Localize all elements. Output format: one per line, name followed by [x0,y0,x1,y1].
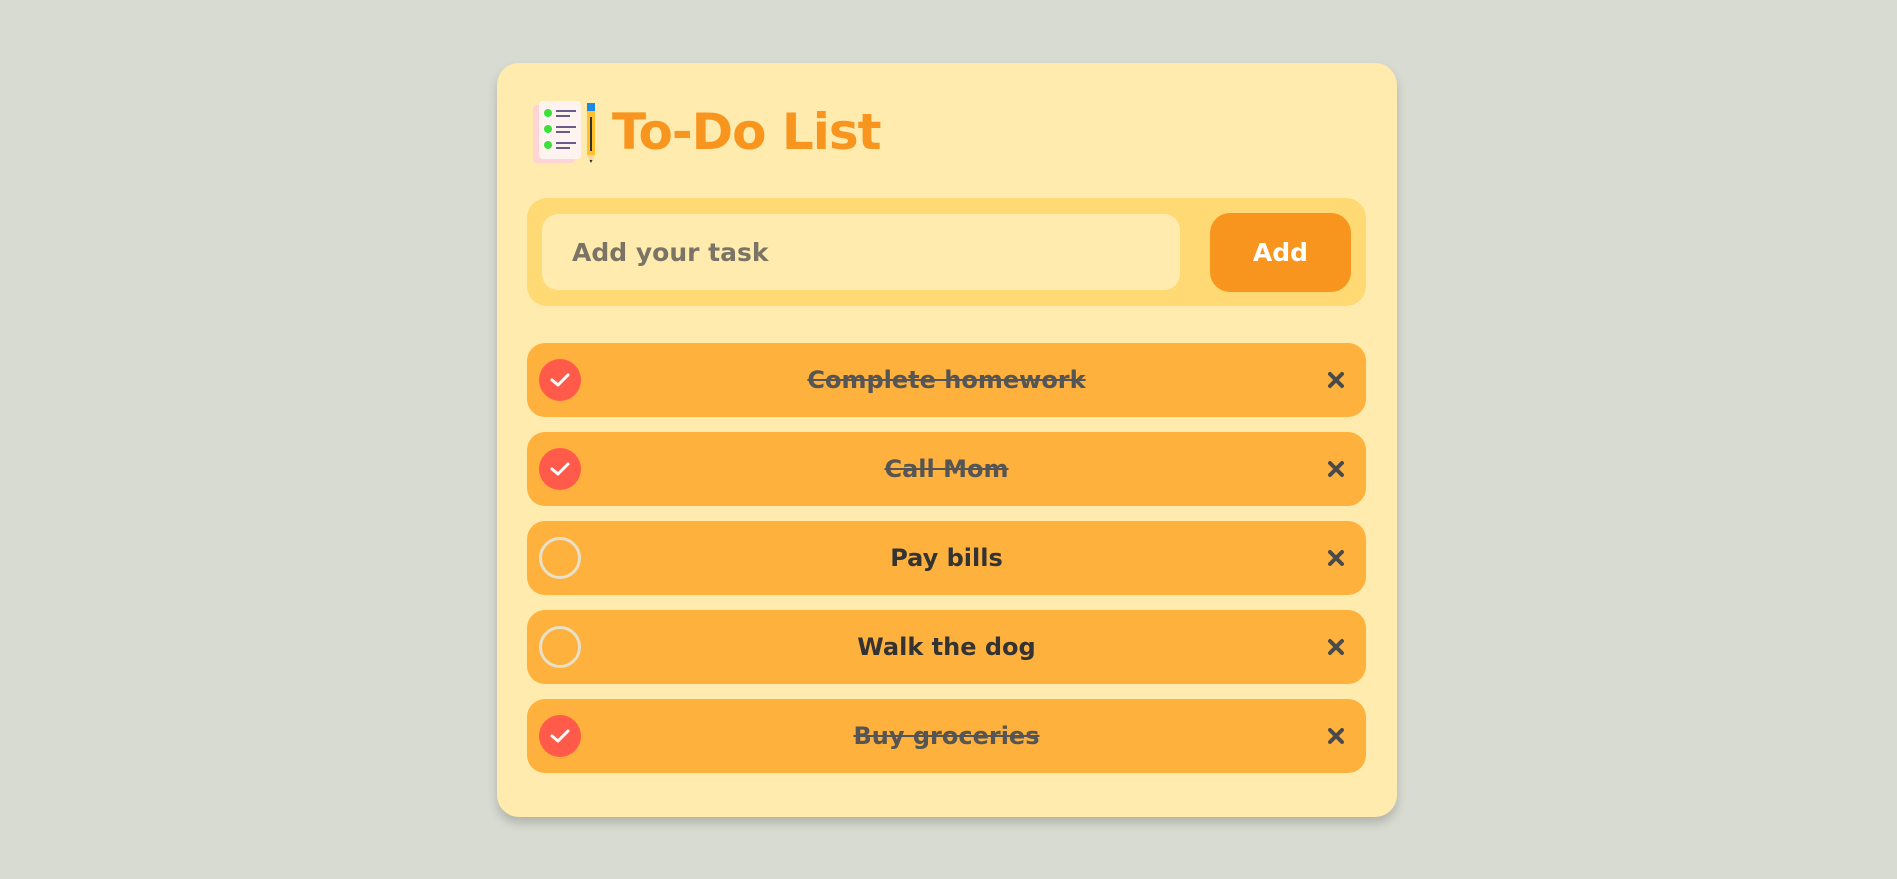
checklist-pencil-icon [533,101,595,163]
add-task-row: Add [527,198,1366,306]
close-icon [1328,461,1344,477]
task-checked-toggle[interactable] [539,448,581,490]
task-item[interactable]: Pay bills [527,521,1366,595]
task-item[interactable]: Complete homework [527,343,1366,417]
close-icon [1328,728,1344,744]
task-item[interactable]: Buy groceries [527,699,1366,773]
task-item[interactable]: Call Mom [527,432,1366,506]
header: To-Do List [530,97,881,167]
checkmark-icon [550,729,570,743]
task-text: Pay bills [890,544,1003,572]
task-text: Complete homework [807,366,1086,394]
delete-task-button[interactable] [1324,368,1348,392]
delete-task-button[interactable] [1324,546,1348,570]
task-unchecked-toggle[interactable] [539,626,581,668]
add-button[interactable]: Add [1210,213,1351,292]
task-list: Complete homework Call Mom Pay bills Walk t… [527,343,1366,788]
todo-card: To-Do List Add Complete homework Call Mom… [497,63,1397,817]
task-text: Walk the dog [857,633,1036,661]
checkmark-icon [550,462,570,476]
close-icon [1328,550,1344,566]
task-checked-toggle[interactable] [539,715,581,757]
checkmark-icon [550,373,570,387]
task-input[interactable] [542,214,1180,290]
task-text: Call Mom [884,455,1009,483]
task-item[interactable]: Walk the dog [527,610,1366,684]
task-checked-toggle[interactable] [539,359,581,401]
task-unchecked-toggle[interactable] [539,537,581,579]
page-title: To-Do List [612,103,881,161]
close-icon [1328,372,1344,388]
delete-task-button[interactable] [1324,635,1348,659]
task-text: Buy groceries [853,722,1040,750]
delete-task-button[interactable] [1324,457,1348,481]
close-icon [1328,639,1344,655]
delete-task-button[interactable] [1324,724,1348,748]
